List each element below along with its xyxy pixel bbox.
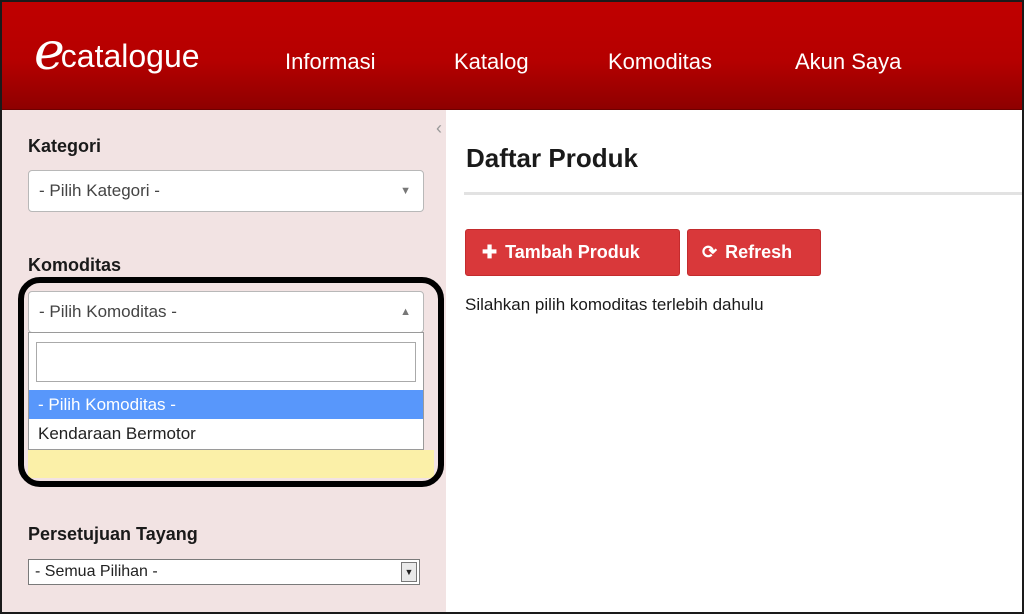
komoditas-search-input[interactable]	[36, 342, 416, 382]
refresh-icon: ⟳	[702, 242, 718, 262]
top-navbar: e catalogue Informasi Katalog Komoditas …	[2, 2, 1022, 110]
chevron-left-icon[interactable]: ‹	[432, 118, 446, 138]
refresh-label: Refresh	[725, 242, 793, 262]
title-divider	[464, 192, 1022, 195]
app-window: e catalogue Informasi Katalog Komoditas …	[0, 0, 1024, 614]
notice-strip	[28, 450, 434, 478]
persetujuan-tayang-label: Persetujuan Tayang	[28, 524, 198, 544]
chevron-down-icon: ▼	[400, 185, 411, 197]
tambah-produk-button[interactable]: ✚ Tambah Produk	[465, 229, 680, 276]
persetujuan-selected-value: - Semua Pilihan -	[35, 563, 158, 580]
komoditas-select[interactable]: - Pilih Komoditas - ▲	[28, 291, 424, 333]
chevron-down-icon: ▼	[401, 562, 417, 582]
kategori-label: Kategori	[28, 136, 102, 156]
kategori-select[interactable]: - Pilih Kategori - ▼	[28, 170, 424, 212]
kategori-selected-value: - Pilih Kategori -	[39, 181, 160, 200]
komoditas-selected-value: - Pilih Komoditas -	[39, 302, 177, 321]
tambah-produk-label: Tambah Produk	[505, 242, 640, 262]
komoditas-label: Komoditas	[28, 255, 122, 275]
komoditas-option[interactable]: - Pilih Komoditas -	[29, 390, 423, 419]
chevron-up-icon: ▲	[400, 306, 411, 318]
nav-item-informasi[interactable]: Informasi	[285, 48, 375, 76]
page-title: Daftar Produk	[466, 143, 638, 173]
logo-text: catalogue	[60, 38, 200, 74]
empty-state-message: Silahkan pilih komoditas terlebih dahulu	[465, 295, 764, 314]
nav-item-komoditas[interactable]: Komoditas	[608, 48, 712, 76]
nav-item-katalog[interactable]: Katalog	[454, 48, 529, 76]
plus-icon: ✚	[482, 242, 498, 262]
refresh-button[interactable]: ⟳ Refresh	[687, 229, 821, 276]
persetujuan-tayang-select[interactable]: - Semua Pilihan - ▼	[28, 559, 420, 585]
ecatalogue-logo[interactable]: e catalogue	[34, 26, 200, 78]
logo-letter: e	[34, 22, 65, 82]
komoditas-option[interactable]: Kendaraan Bermotor	[29, 419, 423, 448]
komoditas-dropdown: - Pilih Komoditas - Kendaraan Bermotor	[28, 332, 424, 450]
nav-item-akun-saya[interactable]: Akun Saya	[795, 48, 901, 76]
